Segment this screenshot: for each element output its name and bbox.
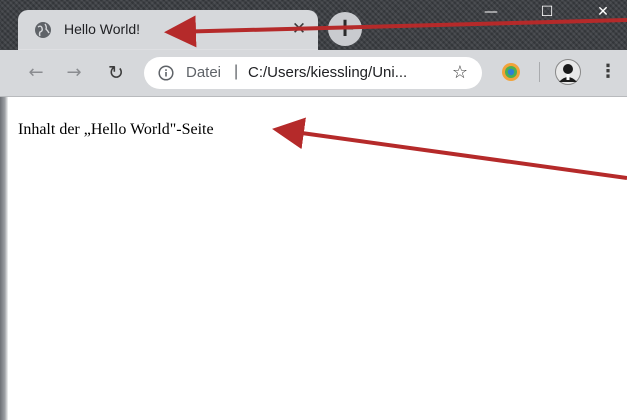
info-icon[interactable] bbox=[158, 65, 174, 81]
browser-tab[interactable]: Hello World! ✕ bbox=[18, 10, 318, 50]
tab-close-button[interactable]: ✕ bbox=[288, 18, 310, 40]
page-content: Inhalt der „Hello World"-Seite bbox=[0, 97, 627, 420]
url-text[interactable]: C:/Users/kiessling/Uni... bbox=[248, 64, 407, 81]
url-scheme-label: Datei bbox=[186, 64, 222, 81]
new-tab-button[interactable]: + bbox=[328, 12, 362, 46]
forward-button[interactable]: → bbox=[62, 61, 86, 85]
address-bar[interactable]: Datei | C:/Users/kiessling/Uni... ☆ bbox=[144, 57, 482, 89]
window-left-edge bbox=[0, 97, 8, 420]
maximize-button[interactable]: ☐ bbox=[524, 0, 570, 24]
close-window-button[interactable]: ✕ bbox=[580, 0, 626, 24]
profile-avatar-icon[interactable] bbox=[555, 59, 581, 85]
page-text: Inhalt der „Hello World"-Seite bbox=[18, 121, 214, 138]
globe-icon bbox=[35, 22, 51, 38]
title-bar: Hello World! ✕ + — ☐ ✕ bbox=[0, 0, 627, 50]
bookmark-star-icon[interactable]: ☆ bbox=[448, 61, 472, 85]
back-button[interactable]: ← bbox=[24, 61, 48, 85]
browser-toolbar: ← → ↻ Datei | C:/Users/kiessling/Uni... … bbox=[0, 50, 627, 97]
toolbar-divider bbox=[539, 62, 540, 82]
extension-icon[interactable] bbox=[500, 61, 522, 83]
tab-title: Hello World! bbox=[64, 21, 140, 37]
url-separator: | bbox=[234, 63, 239, 80]
minimize-button[interactable]: — bbox=[468, 0, 514, 24]
reload-button[interactable]: ↻ bbox=[104, 61, 128, 85]
menu-icon[interactable]: ⋮ bbox=[598, 60, 618, 84]
